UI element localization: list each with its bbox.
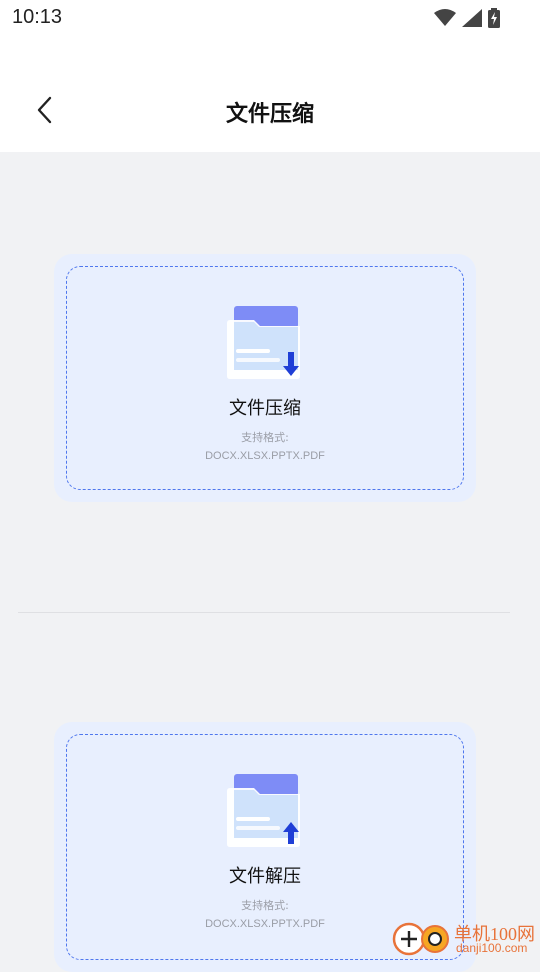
section-divider [18, 612, 510, 613]
wifi-icon [434, 9, 456, 26]
status-time: 10:13 [12, 6, 63, 28]
compress-file-card[interactable]: 文件压缩 支持格式: DOCX.XLSX.PPTX.PDF [54, 254, 476, 502]
page-title: 文件压缩 [225, 102, 314, 127]
folder-download-icon [227, 306, 300, 379]
watermark-logo-icon [392, 922, 449, 956]
status-icons [434, 8, 500, 28]
card-title: 文件解压 [229, 866, 301, 887]
watermark: 单机100网 danji100.com [390, 916, 540, 960]
supported-formats-label: 支持格式: [241, 431, 289, 444]
app-header: 文件压缩 [0, 40, 540, 152]
status-bar: 10:13 [0, 0, 540, 40]
folder-upload-icon [227, 774, 300, 847]
card-title: 文件压缩 [229, 398, 301, 419]
cellular-signal-icon [462, 9, 482, 27]
watermark-url: danji100.com [456, 941, 528, 955]
supported-formats-list: DOCX.XLSX.PPTX.PDF [205, 450, 325, 462]
supported-formats-label: 支持格式: [241, 899, 289, 912]
battery-charging-icon [488, 8, 500, 28]
